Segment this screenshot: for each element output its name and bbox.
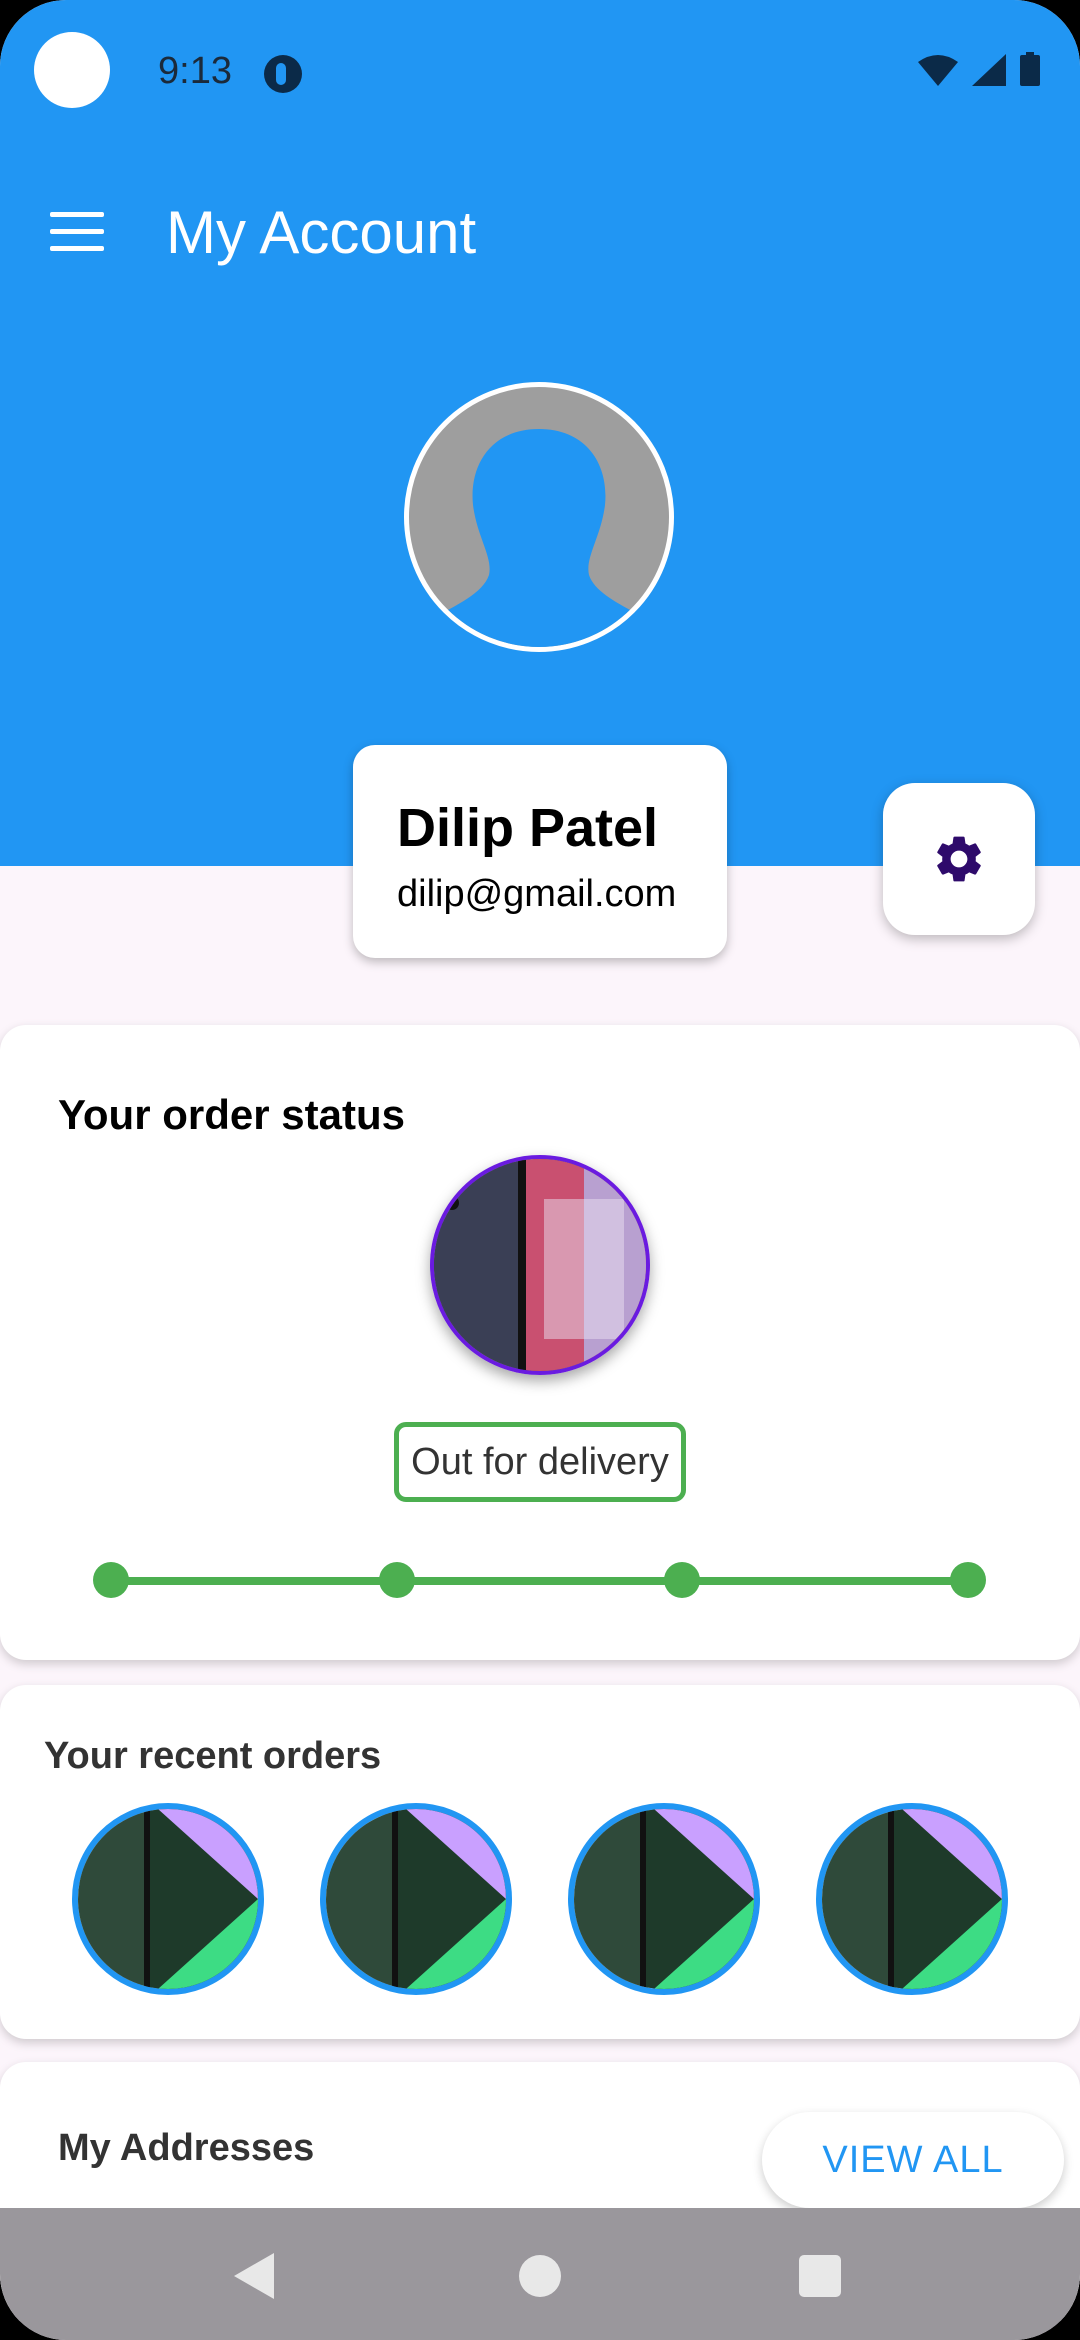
order-product-image[interactable] [430, 1155, 650, 1375]
menu-icon[interactable] [50, 212, 104, 252]
battery-icon [1020, 52, 1040, 86]
back-icon[interactable] [234, 2253, 274, 2299]
status-icons [918, 52, 1040, 86]
progress-step-3 [664, 1562, 700, 1598]
user-name: Dilip Patel [397, 798, 659, 858]
recents-icon[interactable] [799, 2255, 841, 2297]
status-bar: 9:13 [0, 0, 1080, 140]
settings-button[interactable] [883, 783, 1035, 935]
progress-step-4 [950, 1562, 986, 1598]
status-time: 9:13 [158, 50, 232, 92]
order-progress-track [110, 1577, 970, 1585]
home-icon[interactable] [519, 2255, 561, 2297]
order-status-chip: Out for delivery [394, 1422, 686, 1502]
gear-icon [937, 836, 981, 882]
signal-icon [972, 54, 1006, 86]
system-nav-bar [0, 2208, 1080, 2340]
view-all-button[interactable]: VIEW ALL [762, 2112, 1064, 2208]
recent-order-item[interactable] [568, 1803, 760, 1995]
avatar[interactable] [404, 382, 674, 652]
order-status-card: Your order status Out for delivery [0, 1025, 1080, 1660]
user-email: dilip@gmail.com [397, 873, 677, 915]
notification-icon [264, 55, 302, 93]
progress-step-2 [379, 1562, 415, 1598]
my-account-screen: 9:13 My Account Dilip Patel dilip@gmail.… [0, 0, 1080, 2340]
progress-step-1 [93, 1562, 129, 1598]
wifi-icon [918, 55, 958, 86]
phone-image [434, 1159, 646, 1371]
camera-cutout [34, 32, 110, 108]
recent-order-item[interactable] [72, 1803, 264, 1995]
recent-orders-card: Your recent orders [0, 1685, 1080, 2039]
page-title: My Account [166, 199, 477, 266]
recent-orders-title: Your recent orders [44, 1735, 382, 1777]
order-status-title: Your order status [58, 1091, 405, 1138]
recent-order-item[interactable] [816, 1803, 1008, 1995]
user-placeholder-icon [409, 429, 669, 647]
addresses-title: My Addresses [58, 2127, 315, 2169]
recent-order-item[interactable] [320, 1803, 512, 1995]
profile-card: Dilip Patel dilip@gmail.com [353, 745, 727, 958]
